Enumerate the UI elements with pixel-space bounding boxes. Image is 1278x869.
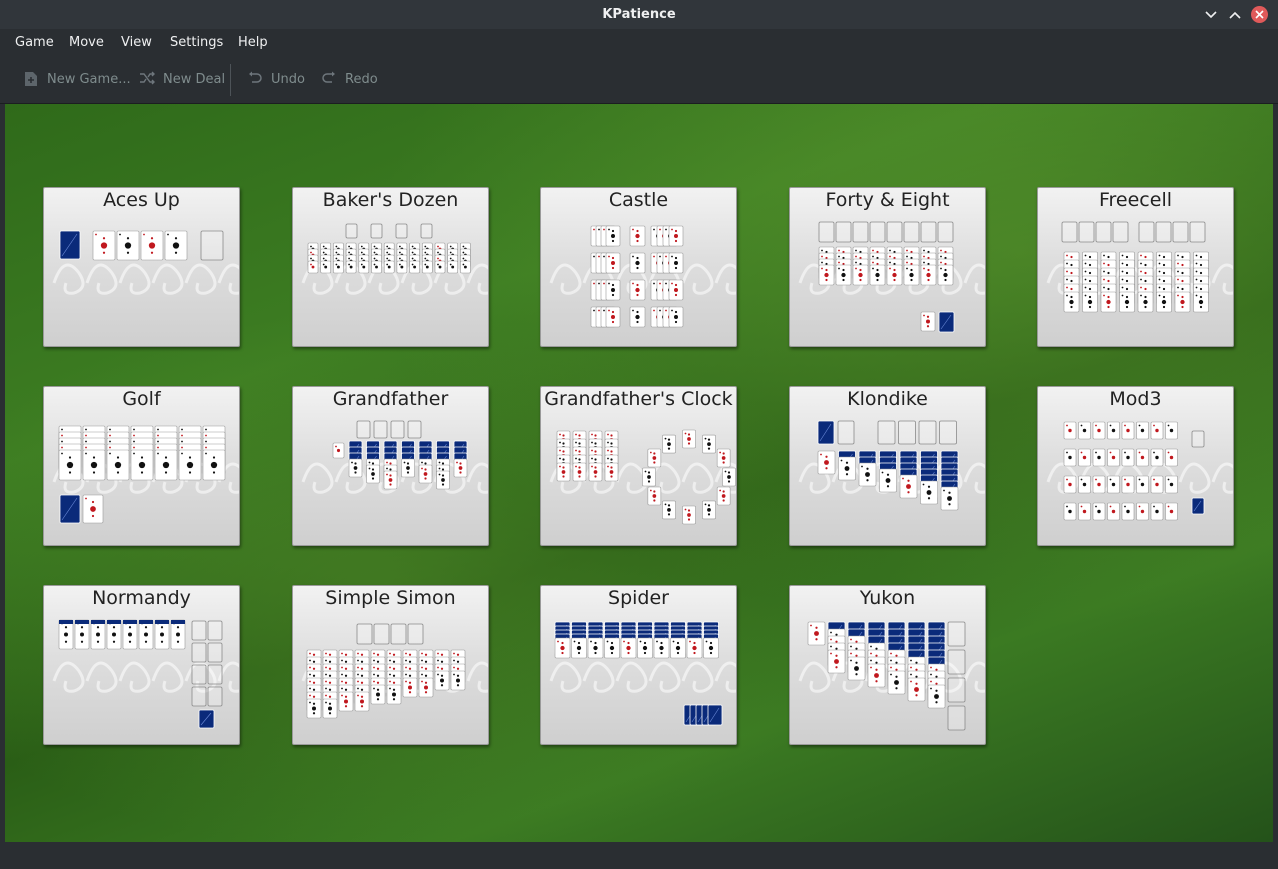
mod3-preview xyxy=(1046,421,1233,521)
shuffle-icon xyxy=(139,71,155,87)
menu-bar: Game Move View Settings Help xyxy=(0,29,1278,56)
chevron-up-icon[interactable] xyxy=(1226,6,1243,23)
game-tile-normandy[interactable]: Normandy xyxy=(43,585,240,745)
game-tile-golf[interactable]: Golf xyxy=(43,386,240,546)
spider-preview xyxy=(549,621,736,726)
status-bar xyxy=(0,842,1278,869)
new-deal-button[interactable]: New Deal xyxy=(139,66,225,92)
chevron-down-icon[interactable] xyxy=(1202,6,1219,23)
toolbar-separator xyxy=(230,64,231,96)
grandfathers-clock-preview xyxy=(549,429,736,525)
title-bar[interactable]: KPatience xyxy=(0,0,1278,29)
game-tile-aces-up[interactable]: Aces Up xyxy=(43,187,240,347)
game-tile-grandfather[interactable]: Grandfather xyxy=(292,386,489,546)
close-icon[interactable] xyxy=(1251,6,1268,23)
menu-view[interactable]: View xyxy=(121,29,152,56)
undo-label: Undo xyxy=(271,71,305,87)
game-chooser-area: Aces Up Baker's Dozen Castle Forty & Eig… xyxy=(5,104,1273,842)
new-document-icon xyxy=(23,71,39,87)
game-tile-grandfathers-clock[interactable]: Grandfather's Clock xyxy=(540,386,737,546)
aces-up-preview xyxy=(52,230,239,295)
bakers-dozen-preview xyxy=(301,223,488,295)
new-game-label: New Game... xyxy=(47,71,131,87)
simple-simon-preview xyxy=(301,623,488,719)
new-game-button[interactable]: New Game... xyxy=(23,66,131,92)
new-deal-label: New Deal xyxy=(163,71,226,87)
game-tile-forty-and-eight[interactable]: Forty & Eight xyxy=(789,187,986,347)
game-tile-castle[interactable]: Castle xyxy=(540,187,737,347)
game-tile-freecell[interactable]: Freecell xyxy=(1037,187,1234,347)
menu-help[interactable]: Help xyxy=(238,29,268,56)
klondike-preview xyxy=(798,420,985,511)
game-tile-klondike[interactable]: Klondike xyxy=(789,386,986,546)
redo-button[interactable]: Redo xyxy=(321,66,378,92)
forty-eight-preview xyxy=(798,221,985,333)
castle-preview xyxy=(549,225,736,328)
freecell-preview xyxy=(1046,221,1233,313)
undo-button[interactable]: Undo xyxy=(247,66,305,92)
golf-preview xyxy=(52,425,239,524)
kpatience-window: KPatience Game Move View Settings Help N… xyxy=(0,0,1278,869)
undo-icon xyxy=(247,71,263,87)
toolbar: New Game... New Deal Undo Redo xyxy=(0,56,1278,104)
menu-settings[interactable]: Settings xyxy=(170,29,223,56)
game-tile-spider[interactable]: Spider xyxy=(540,585,737,745)
game-tile-yukon[interactable]: Yukon xyxy=(789,585,986,745)
redo-label: Redo xyxy=(345,71,378,87)
game-tile-mod3[interactable]: Mod3 xyxy=(1037,386,1234,546)
menu-game[interactable]: Game xyxy=(15,29,54,56)
redo-icon xyxy=(321,71,337,87)
window-title: KPatience xyxy=(602,7,676,22)
game-tile-bakers-dozen[interactable]: Baker's Dozen xyxy=(292,187,489,347)
yukon-preview xyxy=(798,621,985,731)
game-tile-simple-simon[interactable]: Simple Simon xyxy=(292,585,489,745)
menu-move[interactable]: Move xyxy=(69,29,104,56)
grandfather-preview xyxy=(301,420,488,494)
normandy-preview xyxy=(52,619,239,729)
